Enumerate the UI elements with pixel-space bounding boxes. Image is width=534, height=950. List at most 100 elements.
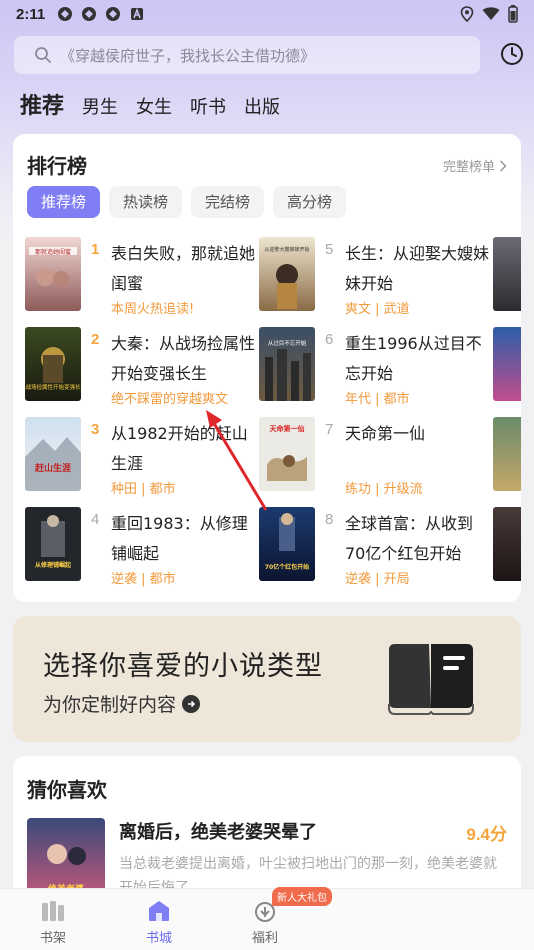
peek-book-cover[interactable] bbox=[493, 507, 521, 581]
book-cover: 从战场捡属性开始变强长生 bbox=[25, 327, 81, 401]
book-cover: 70亿个红包开始 bbox=[259, 507, 315, 581]
book-title: 长生：从迎娶大嫂妹妹开始 bbox=[345, 244, 490, 293]
ranking-book-4[interactable]: 从修理铺崛起 4 重回1983：从修理铺崛起 逆袭 | 都市 bbox=[25, 507, 257, 587]
bookstore-icon bbox=[149, 901, 169, 921]
ranking-book-8[interactable]: 70亿个红包开始 8 全球首富：从收到70亿个红包开始 逆袭 | 开局 bbox=[259, 507, 491, 587]
book-tags: 逆袭 | 都市 bbox=[111, 572, 176, 587]
history-clock-icon[interactable] bbox=[500, 42, 524, 66]
rank-number: 4 bbox=[91, 511, 100, 528]
book-tags: 本周火热追读! bbox=[111, 302, 195, 317]
nav-bookstore[interactable]: 书城 bbox=[106, 889, 212, 950]
book-cover: 从迎娶大嫂妹妹开始 bbox=[259, 237, 315, 311]
cover-text: 赶山生涯 bbox=[34, 462, 71, 474]
status-bar: 2:11 bbox=[0, 0, 534, 28]
book-cover: 赶山生涯 bbox=[25, 417, 81, 491]
ranking-book-3[interactable]: 赶山生涯 3 从1982开始的赶山生涯 种田 | 都市 bbox=[25, 417, 257, 497]
book-cover: 那就追她闺蜜 bbox=[25, 237, 81, 311]
battery-icon bbox=[508, 5, 518, 23]
book-tags: 逆袭 | 开局 bbox=[345, 572, 410, 587]
peek-book-cover[interactable] bbox=[493, 327, 521, 401]
tab-score-rank[interactable]: 高分榜 bbox=[273, 186, 347, 218]
banner-title: 选择你喜爱的小说类型 bbox=[43, 651, 323, 682]
cover-text: 从迎娶大嫂妹妹开始 bbox=[264, 246, 309, 253]
channel-tabs: 推荐 男生 女生 听书 出版 bbox=[20, 88, 280, 120]
full-ranking-label: 完整榜单 bbox=[442, 160, 495, 175]
bottom-navigation: 书架 书城 福利 新人大礼包 bbox=[0, 887, 534, 950]
peek-book-cover[interactable] bbox=[493, 237, 521, 311]
new-user-badge: 新人大礼包 bbox=[272, 887, 332, 906]
ranking-book-6[interactable]: 从过目不忘开始 6 重生1996从过目不忘开始 年代 | 都市 bbox=[259, 327, 491, 407]
book-score: 9.4分 bbox=[466, 825, 507, 844]
book-title: 全球首富：从收到70亿个红包开始 bbox=[345, 514, 474, 563]
book-title[interactable]: 离婚后，绝美老婆哭晕了 bbox=[119, 818, 317, 844]
rank-number: 5 bbox=[325, 241, 334, 258]
location-icon bbox=[460, 6, 474, 22]
ranking-card: 排行榜 完整榜单 推荐榜 热读榜 完结榜 高分榜 那就追她闺蜜 1 表白失败，那… bbox=[13, 134, 521, 602]
app-notification-icon bbox=[58, 7, 73, 21]
peek-book-cover[interactable] bbox=[493, 417, 521, 491]
app-notification-icon bbox=[106, 7, 121, 21]
tab-recommend-rank[interactable]: 推荐榜 bbox=[27, 186, 101, 218]
cover-text: 那就追她闺蜜 bbox=[35, 248, 71, 256]
book-cover[interactable]: 绝美老婆 bbox=[27, 818, 105, 898]
book-tags: 年代 | 都市 bbox=[345, 392, 410, 407]
book-title: 表白失败，那就追她闺蜜 bbox=[111, 244, 256, 293]
rank-number: 7 bbox=[325, 421, 334, 438]
rank-number: 2 bbox=[91, 331, 100, 348]
search-icon bbox=[34, 46, 52, 64]
nav-bookshelf[interactable]: 书架 bbox=[0, 889, 106, 950]
ranking-book-2[interactable]: 从战场捡属性开始变强长生 2 大秦：从战场捡属性开始变强长生 绝不踩雷的穿越爽文 bbox=[25, 327, 257, 407]
book-cover: 从过目不忘开始 bbox=[259, 327, 315, 401]
banner-subtitle-row: 为你定制好内容 bbox=[43, 690, 201, 717]
rank-number: 6 bbox=[325, 331, 334, 348]
cover-text: 从过目不忘开始 bbox=[268, 339, 307, 347]
tab-female[interactable]: 女生 bbox=[136, 93, 172, 119]
rank-number: 8 bbox=[325, 511, 334, 528]
ranking-book-7[interactable]: 天命第一仙 7 天命第一仙 练功 | 升级流 bbox=[259, 417, 491, 497]
tab-finished-rank[interactable]: 完结榜 bbox=[191, 186, 265, 218]
search-input[interactable]: 《穿越侯府世子，我找长公主借功德》 bbox=[14, 36, 480, 74]
nav-label: 福利 bbox=[251, 931, 278, 946]
rank-number: 1 bbox=[91, 241, 100, 258]
tab-audiobook[interactable]: 听书 bbox=[190, 93, 226, 119]
ranking-book-5[interactable]: 从迎娶大嫂妹妹开始 5 长生：从迎娶大嫂妹妹开始 爽文 | 武道 bbox=[259, 237, 491, 317]
tab-publishing[interactable]: 出版 bbox=[244, 93, 280, 119]
book-title: 重回1983：从修理铺崛起 bbox=[111, 514, 248, 563]
book-cover: 从修理铺崛起 bbox=[25, 507, 81, 581]
book-title: 大秦：从战场捡属性开始变强长生 bbox=[111, 334, 256, 383]
book-tags: 种田 | 都市 bbox=[111, 482, 176, 497]
book-cover: 天命第一仙 bbox=[259, 417, 315, 491]
nav-welfare[interactable]: 福利 新人大礼包 bbox=[212, 887, 332, 950]
nav-label: 书城 bbox=[145, 931, 172, 946]
chevron-right-icon bbox=[499, 159, 507, 172]
app-notification-icon bbox=[82, 7, 97, 21]
search-placeholder: 《穿越侯府世子，我找长公主借功德》 bbox=[60, 46, 316, 65]
bookshelf-icon bbox=[42, 901, 64, 921]
book-tags: 爽文 | 武道 bbox=[345, 302, 410, 317]
tab-hot-rank[interactable]: 热读榜 bbox=[109, 186, 183, 218]
genre-preference-banner[interactable]: 选择你喜爱的小说类型 为你定制好内容 bbox=[13, 616, 521, 742]
book-title: 从1982开始的赶山生涯 bbox=[111, 424, 248, 473]
ranking-tabs: 推荐榜 热读榜 完结榜 高分榜 bbox=[27, 186, 347, 218]
ranking-title: 排行榜 bbox=[27, 154, 87, 178]
open-book-icon bbox=[385, 642, 477, 720]
status-time: 2:11 bbox=[16, 5, 46, 23]
full-ranking-link[interactable]: 完整榜单 bbox=[443, 156, 507, 175]
wifi-icon bbox=[482, 7, 500, 20]
tab-male[interactable]: 男生 bbox=[82, 93, 118, 119]
tab-recommend[interactable]: 推荐 bbox=[20, 88, 64, 120]
rank-number: 3 bbox=[91, 421, 100, 438]
cover-text: 从战场捡属性开始变强长生 bbox=[25, 383, 81, 391]
cover-text: 从修理铺崛起 bbox=[35, 561, 72, 569]
guess-title: 猜你喜欢 bbox=[27, 778, 107, 802]
book-description: 当总裁老婆提出离婚，叶尘被扫地出门的那一刻，绝美老婆就开始后悔了... bbox=[119, 856, 497, 888]
book-title: 重生1996从过目不忘开始 bbox=[345, 334, 482, 383]
book-tags: 练功 | 升级流 bbox=[345, 482, 423, 497]
nav-label: 书架 bbox=[39, 931, 66, 946]
font-notification-icon bbox=[131, 7, 144, 20]
cover-text: 天命第一仙 bbox=[270, 424, 305, 433]
ranking-book-1[interactable]: 那就追她闺蜜 1 表白失败，那就追她闺蜜 本周火热追读! bbox=[25, 237, 257, 317]
banner-subtitle: 为你定制好内容 bbox=[43, 694, 177, 716]
book-title: 天命第一仙 bbox=[345, 424, 426, 443]
search-row: 《穿越侯府世子，我找长公主借功德》 bbox=[14, 36, 524, 74]
